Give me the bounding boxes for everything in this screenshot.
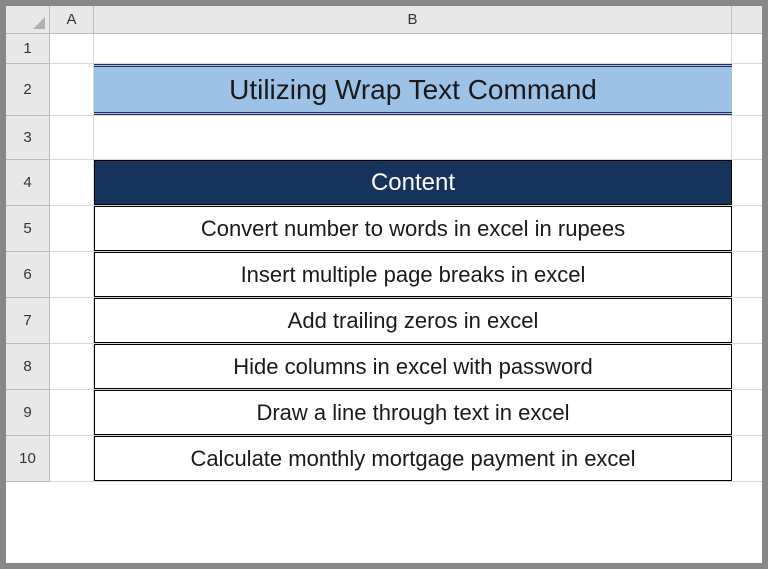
cell-B3[interactable] (94, 116, 732, 159)
row-header-7[interactable]: 7 (6, 298, 49, 344)
content-cell[interactable]: Convert number to words in excel in rupe… (94, 206, 732, 251)
content-cell[interactable]: Calculate monthly mortgage payment in ex… (94, 436, 732, 481)
row-header-1[interactable]: 1 (6, 34, 49, 64)
column-headers: A B (50, 6, 762, 34)
cell-A4[interactable] (50, 160, 94, 205)
spreadsheet: A B 1 2 3 4 5 6 7 8 9 10 Utilizing Wrap (6, 6, 762, 563)
cell-C4[interactable] (732, 160, 762, 205)
screenshot-frame: A B 1 2 3 4 5 6 7 8 9 10 Utilizing Wrap (0, 0, 768, 569)
column-header-A[interactable]: A (50, 6, 94, 33)
row-headers: 1 2 3 4 5 6 7 8 9 10 (6, 34, 50, 482)
row-header-4[interactable]: 4 (6, 160, 49, 206)
cell-A2[interactable] (50, 64, 94, 115)
row-4: Content (50, 160, 762, 206)
row-2: Utilizing Wrap Text Command (50, 64, 762, 116)
column-header-B[interactable]: B (94, 6, 732, 33)
row-5: Convert number to words in excel in rupe… (50, 206, 762, 252)
content-cell[interactable]: Add trailing zeros in excel (94, 298, 732, 343)
cell-C1[interactable] (732, 34, 762, 63)
row-3 (50, 116, 762, 160)
row-header-3[interactable]: 3 (6, 116, 49, 160)
cell-C2[interactable] (732, 64, 762, 115)
cell-A8[interactable] (50, 344, 94, 389)
cell-C5[interactable] (732, 206, 762, 251)
row-header-2[interactable]: 2 (6, 64, 49, 116)
row-header-10[interactable]: 10 (6, 436, 49, 482)
cell-B1[interactable] (94, 34, 732, 63)
row-1 (50, 34, 762, 64)
cell-C3[interactable] (732, 116, 762, 159)
row-header-9[interactable]: 9 (6, 390, 49, 436)
row-header-6[interactable]: 6 (6, 252, 49, 298)
cell-A3[interactable] (50, 116, 94, 159)
row-header-5[interactable]: 5 (6, 206, 49, 252)
cell-A10[interactable] (50, 436, 94, 481)
cell-C7[interactable] (732, 298, 762, 343)
cell-C9[interactable] (732, 390, 762, 435)
content-cell[interactable]: Draw a line through text in excel (94, 390, 732, 435)
cell-A6[interactable] (50, 252, 94, 297)
row-7: Add trailing zeros in excel (50, 298, 762, 344)
row-8: Hide columns in excel with password (50, 344, 762, 390)
title-cell[interactable]: Utilizing Wrap Text Command (94, 64, 732, 115)
table-header-cell[interactable]: Content (94, 160, 732, 205)
row-header-8[interactable]: 8 (6, 344, 49, 390)
cell-C10[interactable] (732, 436, 762, 481)
column-header-next[interactable] (732, 6, 762, 33)
cell-C6[interactable] (732, 252, 762, 297)
content-cell[interactable]: Insert multiple page breaks in excel (94, 252, 732, 297)
cell-A7[interactable] (50, 298, 94, 343)
cell-A9[interactable] (50, 390, 94, 435)
cell-grid: Utilizing Wrap Text Command Content Conv… (50, 34, 762, 482)
cell-A1[interactable] (50, 34, 94, 63)
cell-C8[interactable] (732, 344, 762, 389)
row-6: Insert multiple page breaks in excel (50, 252, 762, 298)
content-cell[interactable]: Hide columns in excel with password (94, 344, 732, 389)
cell-A5[interactable] (50, 206, 94, 251)
row-9: Draw a line through text in excel (50, 390, 762, 436)
row-10: Calculate monthly mortgage payment in ex… (50, 436, 762, 482)
select-all-corner[interactable] (6, 6, 50, 34)
